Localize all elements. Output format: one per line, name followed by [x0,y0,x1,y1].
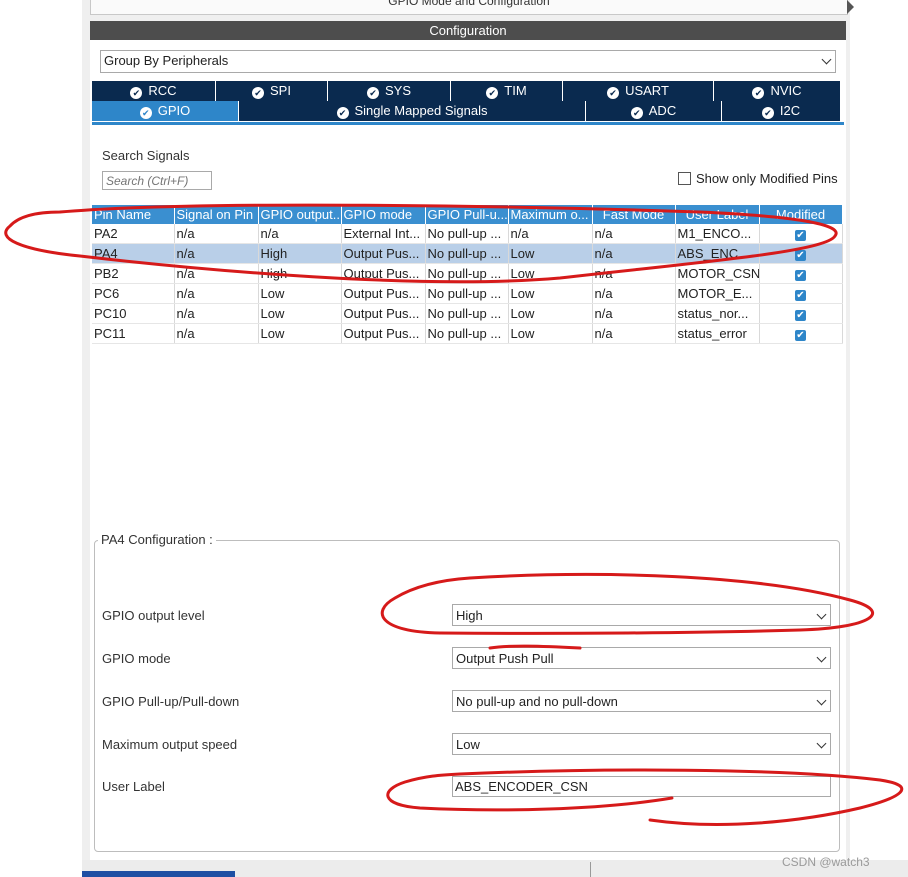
annotation-circle-output-level [380,572,874,635]
annotation-circle-table-rows [4,203,838,284]
annotation-overlay [4,203,904,826]
annotation-stroke-mode [488,644,582,650]
annotation-circle-user-label [386,768,904,826]
